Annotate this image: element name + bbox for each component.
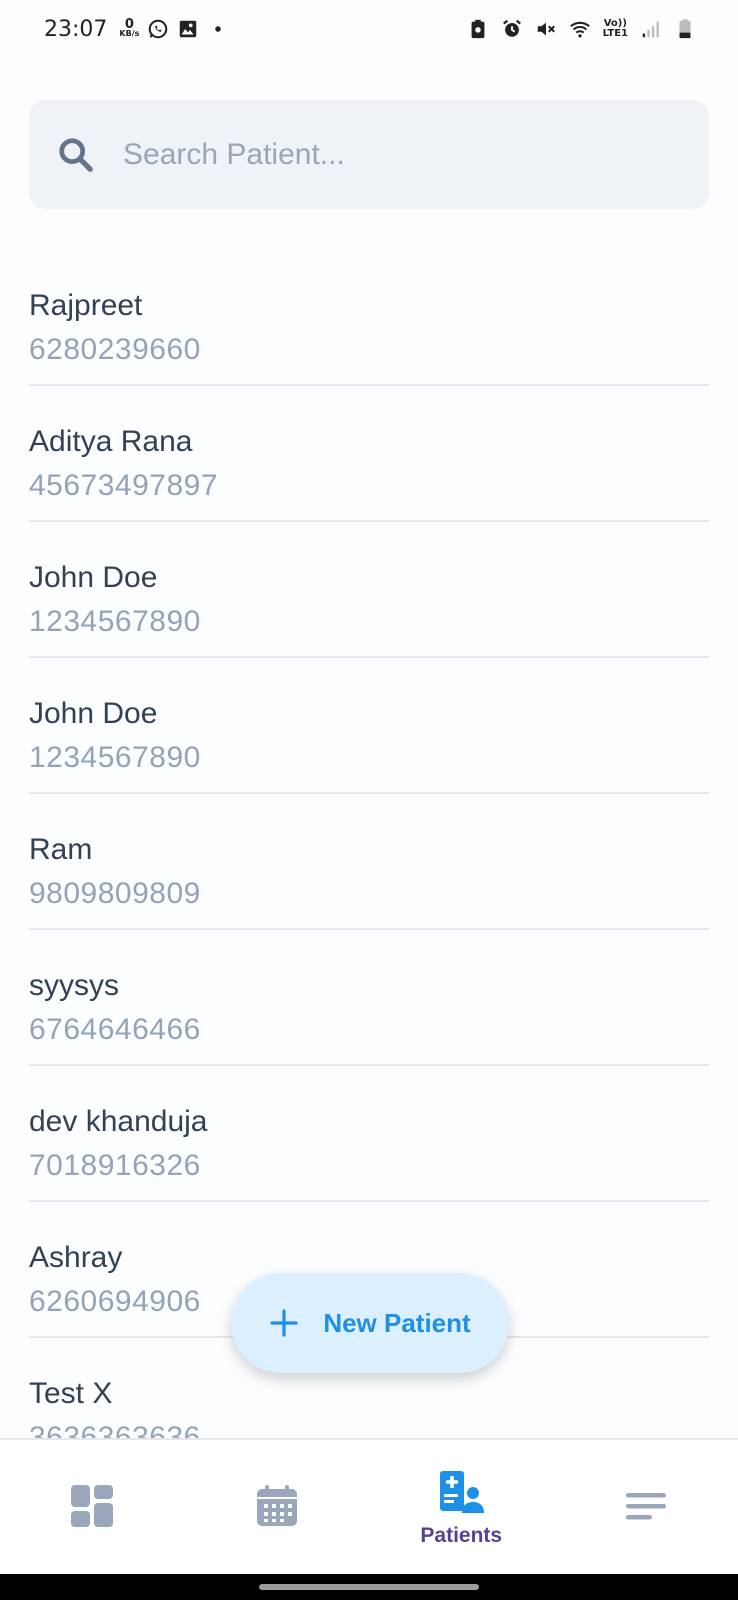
patient-name: Test X <box>29 1377 113 1410</box>
search-bar[interactable] <box>29 100 709 209</box>
nav-patients[interactable]: Patients <box>386 1448 536 1568</box>
new-patient-button[interactable]: New Patient <box>231 1273 509 1373</box>
patient-phone: 6764646466 <box>29 1013 201 1046</box>
dashboard-icon <box>69 1483 115 1534</box>
search-input[interactable] <box>121 136 645 173</box>
nav-patients-label: Patients <box>420 1523 503 1547</box>
nav-menu[interactable] <box>571 1448 721 1568</box>
patient-row[interactable]: syysys 6764646466 <box>29 930 709 1066</box>
patient-row[interactable]: John Doe 1234567890 <box>29 658 709 794</box>
bottom-nav: Patients <box>0 1438 738 1576</box>
patient-row[interactable]: John Doe 1234567890 <box>29 522 709 658</box>
net-speed-value: 0 <box>124 17 134 32</box>
gesture-handle[interactable] <box>259 1584 479 1590</box>
dot-icon <box>207 18 229 40</box>
patient-phone: 1234567890 <box>29 741 201 774</box>
battery-saver-icon <box>467 18 489 40</box>
patient-phone: 1234567890 <box>29 605 201 638</box>
mute-icon <box>535 18 557 40</box>
patients-icon <box>438 1469 485 1520</box>
whatsapp-icon <box>147 18 169 40</box>
system-gesture-bar <box>0 1574 738 1600</box>
patient-phone: 7018916326 <box>29 1149 201 1182</box>
patient-name: Ram <box>29 833 93 866</box>
patient-name: Aditya Rana <box>29 425 193 458</box>
patient-name: Ashray <box>29 1241 123 1274</box>
patient-row[interactable]: Aditya Rana 45673497897 <box>29 386 709 522</box>
patient-name: syysys <box>29 969 119 1002</box>
volte-bottom: LTE1 <box>602 28 628 39</box>
patient-phone: 45673497897 <box>29 469 219 502</box>
battery-icon <box>674 18 696 40</box>
net-speed: 0 KB/s <box>119 17 140 38</box>
status-time: 23:07 <box>44 16 108 42</box>
signal-icon <box>640 18 662 40</box>
patient-row[interactable]: Rajpreet 6280239660 <box>29 250 709 386</box>
patient-name: John Doe <box>29 561 158 594</box>
nav-calendar[interactable] <box>202 1448 352 1568</box>
patient-phone: 9809809809 <box>29 877 201 910</box>
patient-name: Rajpreet <box>29 289 143 322</box>
gallery-icon <box>177 18 199 40</box>
search-icon <box>57 136 95 174</box>
calendar-icon <box>254 1483 300 1534</box>
status-bar: 23:07 0 KB/s Vo)) LTE1 <box>0 0 738 58</box>
menu-icon <box>623 1483 669 1534</box>
patient-row[interactable]: dev khanduja 7018916326 <box>29 1066 709 1202</box>
plus-icon <box>269 1308 299 1338</box>
volte-indicator: Vo)) LTE1 <box>603 19 628 39</box>
patient-name: dev khanduja <box>29 1105 208 1138</box>
status-right: Vo)) LTE1 <box>467 18 696 40</box>
patient-row[interactable]: Ram 9809809809 <box>29 794 709 930</box>
patient-phone: 6280239660 <box>29 333 201 366</box>
new-patient-label: New Patient <box>323 1307 471 1338</box>
alarm-icon <box>501 18 523 40</box>
patient-name: John Doe <box>29 697 158 730</box>
nav-dashboard[interactable] <box>17 1448 167 1568</box>
status-left: 23:07 0 KB/s <box>44 17 229 42</box>
wifi-icon <box>569 18 591 40</box>
net-speed-unit: KB/s <box>119 29 140 38</box>
